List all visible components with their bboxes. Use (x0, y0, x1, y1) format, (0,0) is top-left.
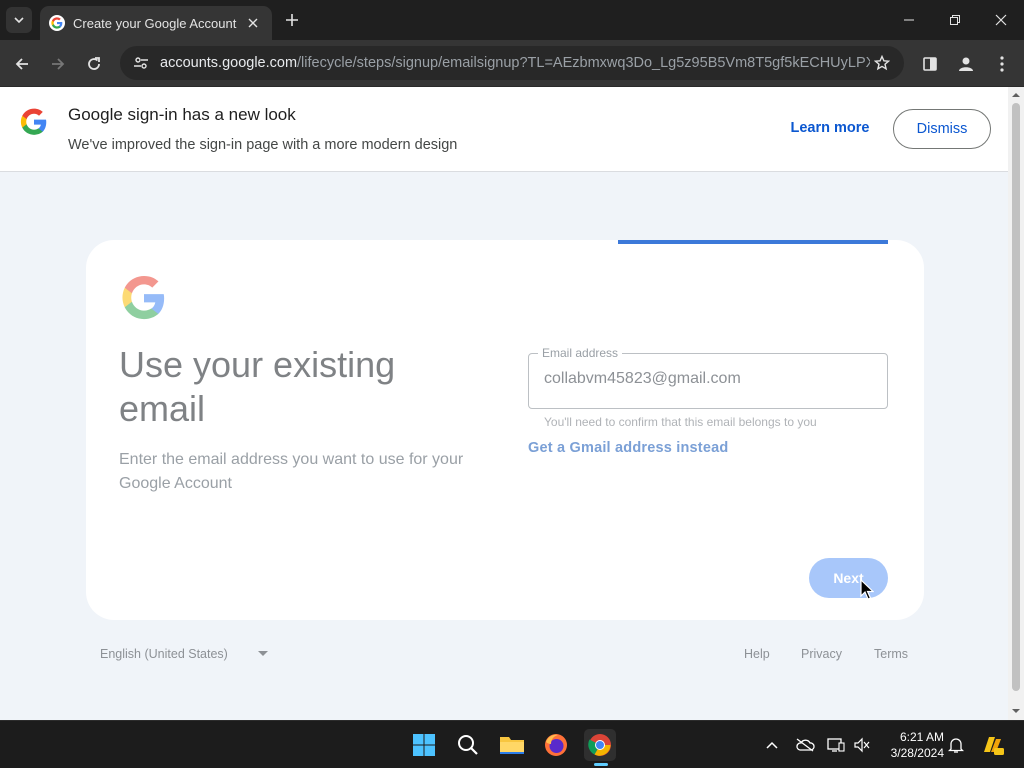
reload-icon (88, 57, 100, 70)
google-favicon-icon (49, 15, 65, 31)
minimize-icon (904, 19, 914, 21)
clock-time: 6:21 AM (899, 730, 944, 744)
menu-button[interactable] (988, 50, 1016, 78)
windows-logo-icon (413, 734, 435, 756)
back-button[interactable] (8, 50, 36, 78)
restore-icon (950, 15, 960, 25)
page-scrollbar[interactable] (1008, 87, 1024, 720)
taskbar-search-button[interactable] (452, 729, 484, 761)
forward-button[interactable] (44, 50, 72, 78)
email-field-label: Email address (538, 346, 623, 360)
google-logo-icon (122, 275, 165, 320)
chrome-icon (588, 734, 611, 756)
system-clock[interactable]: 6:21 AM 3/28/2024 (880, 729, 944, 761)
address-bar[interactable]: accounts.google.com/lifecycle/steps/sign… (120, 46, 904, 80)
side-panel-button[interactable] (916, 50, 944, 78)
firefox-icon (545, 734, 567, 756)
scroll-up-icon[interactable] (1012, 91, 1020, 99)
onedrive-tray-icon[interactable] (795, 735, 815, 755)
chevron-down-icon (14, 17, 24, 24)
page-title: Use your existing email (119, 344, 396, 429)
close-tab-icon[interactable] (244, 14, 262, 32)
copilot-icon (984, 737, 1004, 755)
google-g-icon (20, 108, 47, 135)
progress-bar (618, 240, 888, 244)
tab-title: Create your Google Account (73, 15, 237, 31)
page-description: Enter the email address you want to use … (119, 451, 464, 492)
chrome-button[interactable] (584, 729, 616, 761)
cloud-off-icon (796, 738, 815, 752)
new-tab-button[interactable] (281, 9, 303, 31)
copilot-button[interactable] (980, 735, 1006, 755)
url-text: accounts.google.com/lifecycle/steps/sign… (160, 55, 870, 71)
tab-search-button[interactable] (6, 7, 32, 33)
minimize-button[interactable] (886, 0, 932, 40)
profile-button[interactable] (952, 50, 980, 78)
terms-link[interactable]: Terms (874, 647, 908, 661)
next-button[interactable]: Next (809, 558, 888, 598)
restore-button[interactable] (932, 0, 978, 40)
banner-subtitle: We've improved the sign-in page with a m… (68, 137, 458, 153)
url-host: accounts.google.com (160, 55, 298, 71)
mouse-cursor-icon (860, 579, 874, 600)
language-selector[interactable]: English (United States) (100, 647, 280, 661)
search-icon (458, 735, 478, 755)
active-app-indicator (594, 763, 608, 766)
file-explorer-button[interactable] (496, 729, 528, 761)
email-input[interactable] (544, 370, 874, 388)
page-viewport: Google sign-in has a new look We've impr… (0, 87, 1008, 720)
dropdown-arrow-icon (258, 651, 268, 656)
reload-button[interactable] (80, 50, 108, 78)
tab-create-account[interactable]: Create your Google Account (40, 6, 272, 40)
email-hint: You'll need to confirm that this email b… (544, 415, 817, 429)
email-field[interactable]: Email address (528, 346, 888, 409)
network-tray-icon[interactable] (826, 735, 846, 755)
clock-date: 3/28/2024 (890, 746, 944, 760)
kebab-menu-icon (1000, 56, 1004, 72)
person-icon (959, 57, 973, 71)
monitor-icon (827, 738, 845, 752)
site-info-icon[interactable] (128, 50, 154, 76)
bookmark-star-icon[interactable] (870, 51, 894, 75)
start-button[interactable] (408, 729, 440, 761)
help-link[interactable]: Help (744, 647, 770, 661)
scrollbar-thumb[interactable] (1012, 103, 1020, 691)
firefox-button[interactable] (540, 729, 572, 761)
arrow-right-icon (52, 58, 65, 70)
notifications-button[interactable] (946, 735, 966, 755)
chevron-up-icon (766, 741, 778, 749)
volume-tray-icon[interactable] (852, 735, 872, 755)
privacy-link[interactable]: Privacy (801, 647, 842, 661)
url-path: /lifecycle/steps/signup/emailsignup?TL=A… (297, 55, 870, 71)
dismiss-button[interactable]: Dismiss (893, 109, 991, 149)
bell-icon (948, 738, 964, 753)
close-window-button[interactable] (978, 0, 1024, 40)
show-hidden-icons-button[interactable] (762, 735, 782, 755)
close-icon (995, 14, 1007, 26)
banner-title: Google sign-in has a new look (68, 105, 296, 124)
signup-card: Use your existing email Enter the email … (86, 240, 924, 620)
gmail-address-link[interactable]: Get a Gmail address instead (528, 440, 728, 456)
windows-taskbar: 6:21 AM 3/28/2024 (0, 720, 1024, 768)
plus-icon (286, 14, 298, 26)
language-label: English (United States) (100, 647, 228, 661)
folder-icon (500, 737, 524, 754)
learn-more-link[interactable]: Learn more (780, 120, 880, 136)
arrow-left-icon (15, 58, 28, 70)
new-look-banner: Google sign-in has a new look We've impr… (0, 87, 1008, 172)
side-panel-icon (923, 57, 937, 71)
tab-strip: Create your Google Account (0, 0, 1024, 40)
speaker-muted-icon (854, 737, 870, 753)
browser-toolbar: accounts.google.com/lifecycle/steps/sign… (0, 40, 1024, 87)
scroll-down-icon[interactable] (1012, 707, 1020, 715)
